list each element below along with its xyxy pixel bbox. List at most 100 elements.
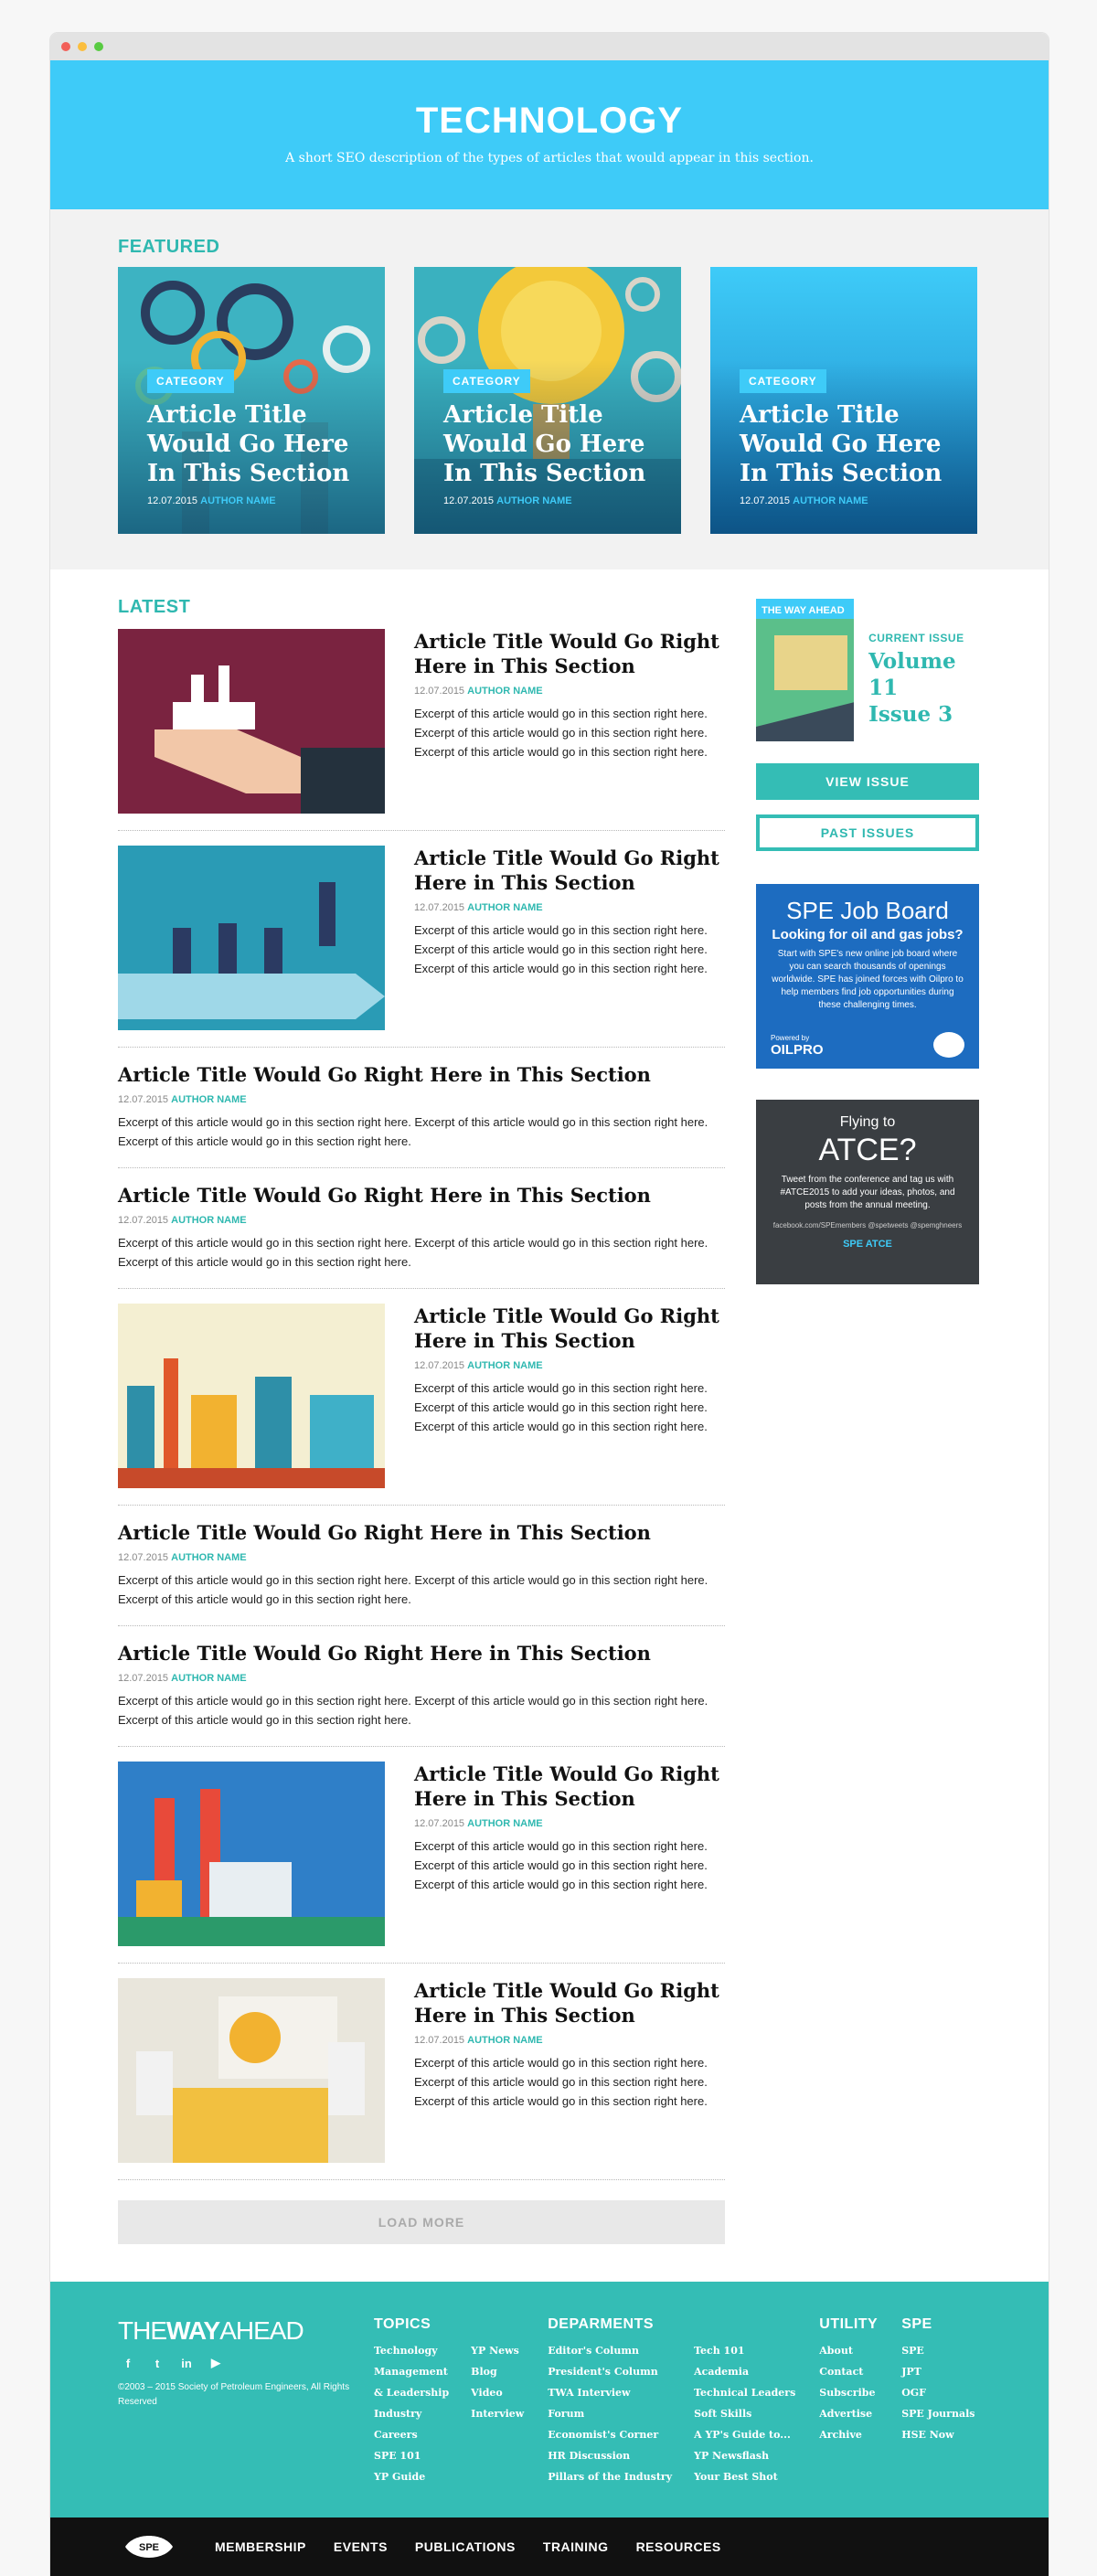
footer-link[interactable]: Careers [374, 2424, 449, 2445]
featured-title[interactable]: Article Title Would Go Here In This Sect… [443, 400, 666, 488]
featured-author[interactable]: AUTHOR NAME [793, 495, 868, 506]
minimize-dot-icon[interactable] [78, 42, 87, 51]
article-author[interactable]: AUTHOR NAME [467, 1818, 543, 1829]
footer-link[interactable]: TWA Interview [548, 2382, 672, 2403]
article-title[interactable]: Article Title Would Go Right Here in Thi… [414, 1762, 725, 1811]
article-item[interactable]: Article Title Would Go Right Here in Thi… [118, 1626, 725, 1747]
article-author[interactable]: AUTHOR NAME [171, 1094, 247, 1105]
featured-title[interactable]: Article Title Would Go Here In This Sect… [740, 400, 963, 488]
article-author[interactable]: AUTHOR NAME [171, 1673, 247, 1684]
article-item[interactable]: Article Title Would Go Right Here in Thi… [118, 1747, 725, 1964]
atce-ad[interactable]: Flying to ATCE? Tweet from the conferenc… [756, 1100, 979, 1284]
nav-membership[interactable]: MEMBERSHIP [215, 2539, 306, 2554]
article-author[interactable]: AUTHOR NAME [171, 1552, 247, 1563]
featured-card[interactable]: CATEGORY Article Title Would Go Here In … [414, 267, 681, 534]
article-item[interactable]: Article Title Would Go Right Here in Thi… [118, 1964, 725, 2180]
nav-resources[interactable]: RESOURCES [636, 2539, 721, 2554]
category-badge[interactable]: CATEGORY [147, 369, 234, 393]
article-author[interactable]: AUTHOR NAME [467, 2035, 543, 2046]
footer-link[interactable]: About [819, 2340, 875, 2361]
footer-link[interactable]: Industry [374, 2403, 449, 2424]
footer-link[interactable]: Economist's Corner [548, 2424, 672, 2445]
footer-link[interactable]: Interview [471, 2403, 524, 2424]
article-author[interactable]: AUTHOR NAME [171, 1215, 247, 1226]
footer-logo[interactable]: THEWAYAHEAD [118, 2316, 374, 2346]
article-item[interactable]: Article Title Would Go Right Here in Thi… [118, 1289, 725, 1506]
article-title[interactable]: Article Title Would Go Right Here in Thi… [414, 629, 725, 678]
article-thumbnail[interactable] [118, 846, 385, 1030]
twitter-icon[interactable]: t [147, 2355, 167, 2371]
footer-link[interactable]: Blog [471, 2361, 524, 2382]
article-item[interactable]: Article Title Would Go Right Here in Thi… [118, 1506, 725, 1626]
featured-author[interactable]: AUTHOR NAME [200, 495, 276, 506]
featured-author[interactable]: AUTHOR NAME [496, 495, 572, 506]
article-title[interactable]: Article Title Would Go Right Here in Thi… [414, 1978, 725, 2028]
article-author[interactable]: AUTHOR NAME [467, 1360, 543, 1371]
featured-card[interactable]: CATEGORY Article Title Would Go Here In … [710, 267, 977, 534]
youtube-icon[interactable]: ▶ [206, 2355, 226, 2371]
maximize-dot-icon[interactable] [94, 42, 103, 51]
footer-link[interactable]: Archive [819, 2424, 875, 2445]
footer-link[interactable]: Management [374, 2361, 449, 2382]
load-more-button[interactable]: LOAD MORE [118, 2200, 725, 2244]
close-dot-icon[interactable] [61, 42, 70, 51]
view-issue-button[interactable]: VIEW ISSUE [756, 763, 979, 800]
article-title[interactable]: Article Title Would Go Right Here in Thi… [118, 1183, 725, 1208]
footer-link[interactable]: SPE Journals [901, 2403, 975, 2424]
linkedin-icon[interactable]: in [176, 2355, 197, 2371]
footer-link[interactable]: Contact [819, 2361, 875, 2382]
facebook-icon[interactable]: f [118, 2355, 138, 2371]
spe-logo[interactable]: SPE [120, 2528, 178, 2565]
category-badge[interactable]: CATEGORY [443, 369, 530, 393]
footer-link[interactable]: Forum [548, 2403, 672, 2424]
nav-events[interactable]: EVENTS [334, 2539, 388, 2554]
article-item[interactable]: Article Title Would Go Right Here in Thi… [118, 831, 725, 1048]
article-title[interactable]: Article Title Would Go Right Here in Thi… [118, 1520, 725, 1545]
article-item[interactable]: Article Title Would Go Right Here in Thi… [118, 618, 725, 831]
footer-link[interactable]: YP News [471, 2340, 524, 2361]
footer-link[interactable]: Video [471, 2382, 524, 2403]
article-author[interactable]: AUTHOR NAME [467, 902, 543, 913]
footer-link[interactable]: SPE [901, 2340, 975, 2361]
category-badge[interactable]: CATEGORY [740, 369, 826, 393]
footer-link[interactable]: President's Column [548, 2361, 672, 2382]
footer-link[interactable]: Advertise [819, 2403, 875, 2424]
footer-link[interactable]: HR Discussion [548, 2445, 672, 2466]
footer-link[interactable]: Subscribe [819, 2382, 875, 2403]
footer-link[interactable]: Editor's Column [548, 2340, 672, 2361]
footer-link[interactable]: Tech 101 [694, 2340, 795, 2361]
featured-title[interactable]: Article Title Would Go Here In This Sect… [147, 400, 370, 488]
footer-link[interactable]: OGF [901, 2382, 975, 2403]
footer-link[interactable]: SPE 101 [374, 2445, 449, 2466]
footer-link[interactable]: YP Newsflash [694, 2445, 795, 2466]
job-board-ad[interactable]: SPE Job Board Looking for oil and gas jo… [756, 884, 979, 1069]
issue-cover-image[interactable]: THE WAY AHEAD [756, 599, 855, 741]
article-date: 12.07.2015 [118, 1552, 169, 1563]
article-title[interactable]: Article Title Would Go Right Here in Thi… [118, 1641, 725, 1666]
article-title[interactable]: Article Title Would Go Right Here in Thi… [414, 1304, 725, 1353]
footer-link[interactable]: JPT [901, 2361, 975, 2382]
past-issues-button[interactable]: PAST ISSUES [756, 814, 979, 851]
footer-link[interactable]: HSE Now [901, 2424, 975, 2445]
article-title[interactable]: Article Title Would Go Right Here in Thi… [118, 1062, 725, 1087]
article-thumbnail[interactable] [118, 629, 385, 814]
footer-link[interactable]: Technical Leaders [694, 2382, 795, 2403]
featured-card[interactable]: CATEGORY Article Title Would Go Here In … [118, 267, 385, 534]
nav-training[interactable]: TRAINING [543, 2539, 609, 2554]
footer-link[interactable]: Your Best Shot [694, 2466, 795, 2487]
footer-link[interactable]: Technology [374, 2340, 449, 2361]
article-item[interactable]: Article Title Would Go Right Here in Thi… [118, 1048, 725, 1168]
footer-link[interactable]: Pillars of the Industry [548, 2466, 672, 2487]
footer-link[interactable]: Soft Skills [694, 2403, 795, 2424]
article-thumbnail[interactable] [118, 1978, 385, 2163]
footer-link[interactable]: YP Guide [374, 2466, 449, 2487]
article-thumbnail[interactable] [118, 1304, 385, 1488]
article-item[interactable]: Article Title Would Go Right Here in Thi… [118, 1168, 725, 1289]
nav-publications[interactable]: PUBLICATIONS [415, 2539, 516, 2554]
footer-link[interactable]: & Leadership [374, 2382, 449, 2403]
article-thumbnail[interactable] [118, 1762, 385, 1946]
article-title[interactable]: Article Title Would Go Right Here in Thi… [414, 846, 725, 895]
article-author[interactable]: AUTHOR NAME [467, 686, 543, 697]
footer-link[interactable]: A YP's Guide to... [694, 2424, 795, 2445]
footer-link[interactable]: Academia [694, 2361, 795, 2382]
